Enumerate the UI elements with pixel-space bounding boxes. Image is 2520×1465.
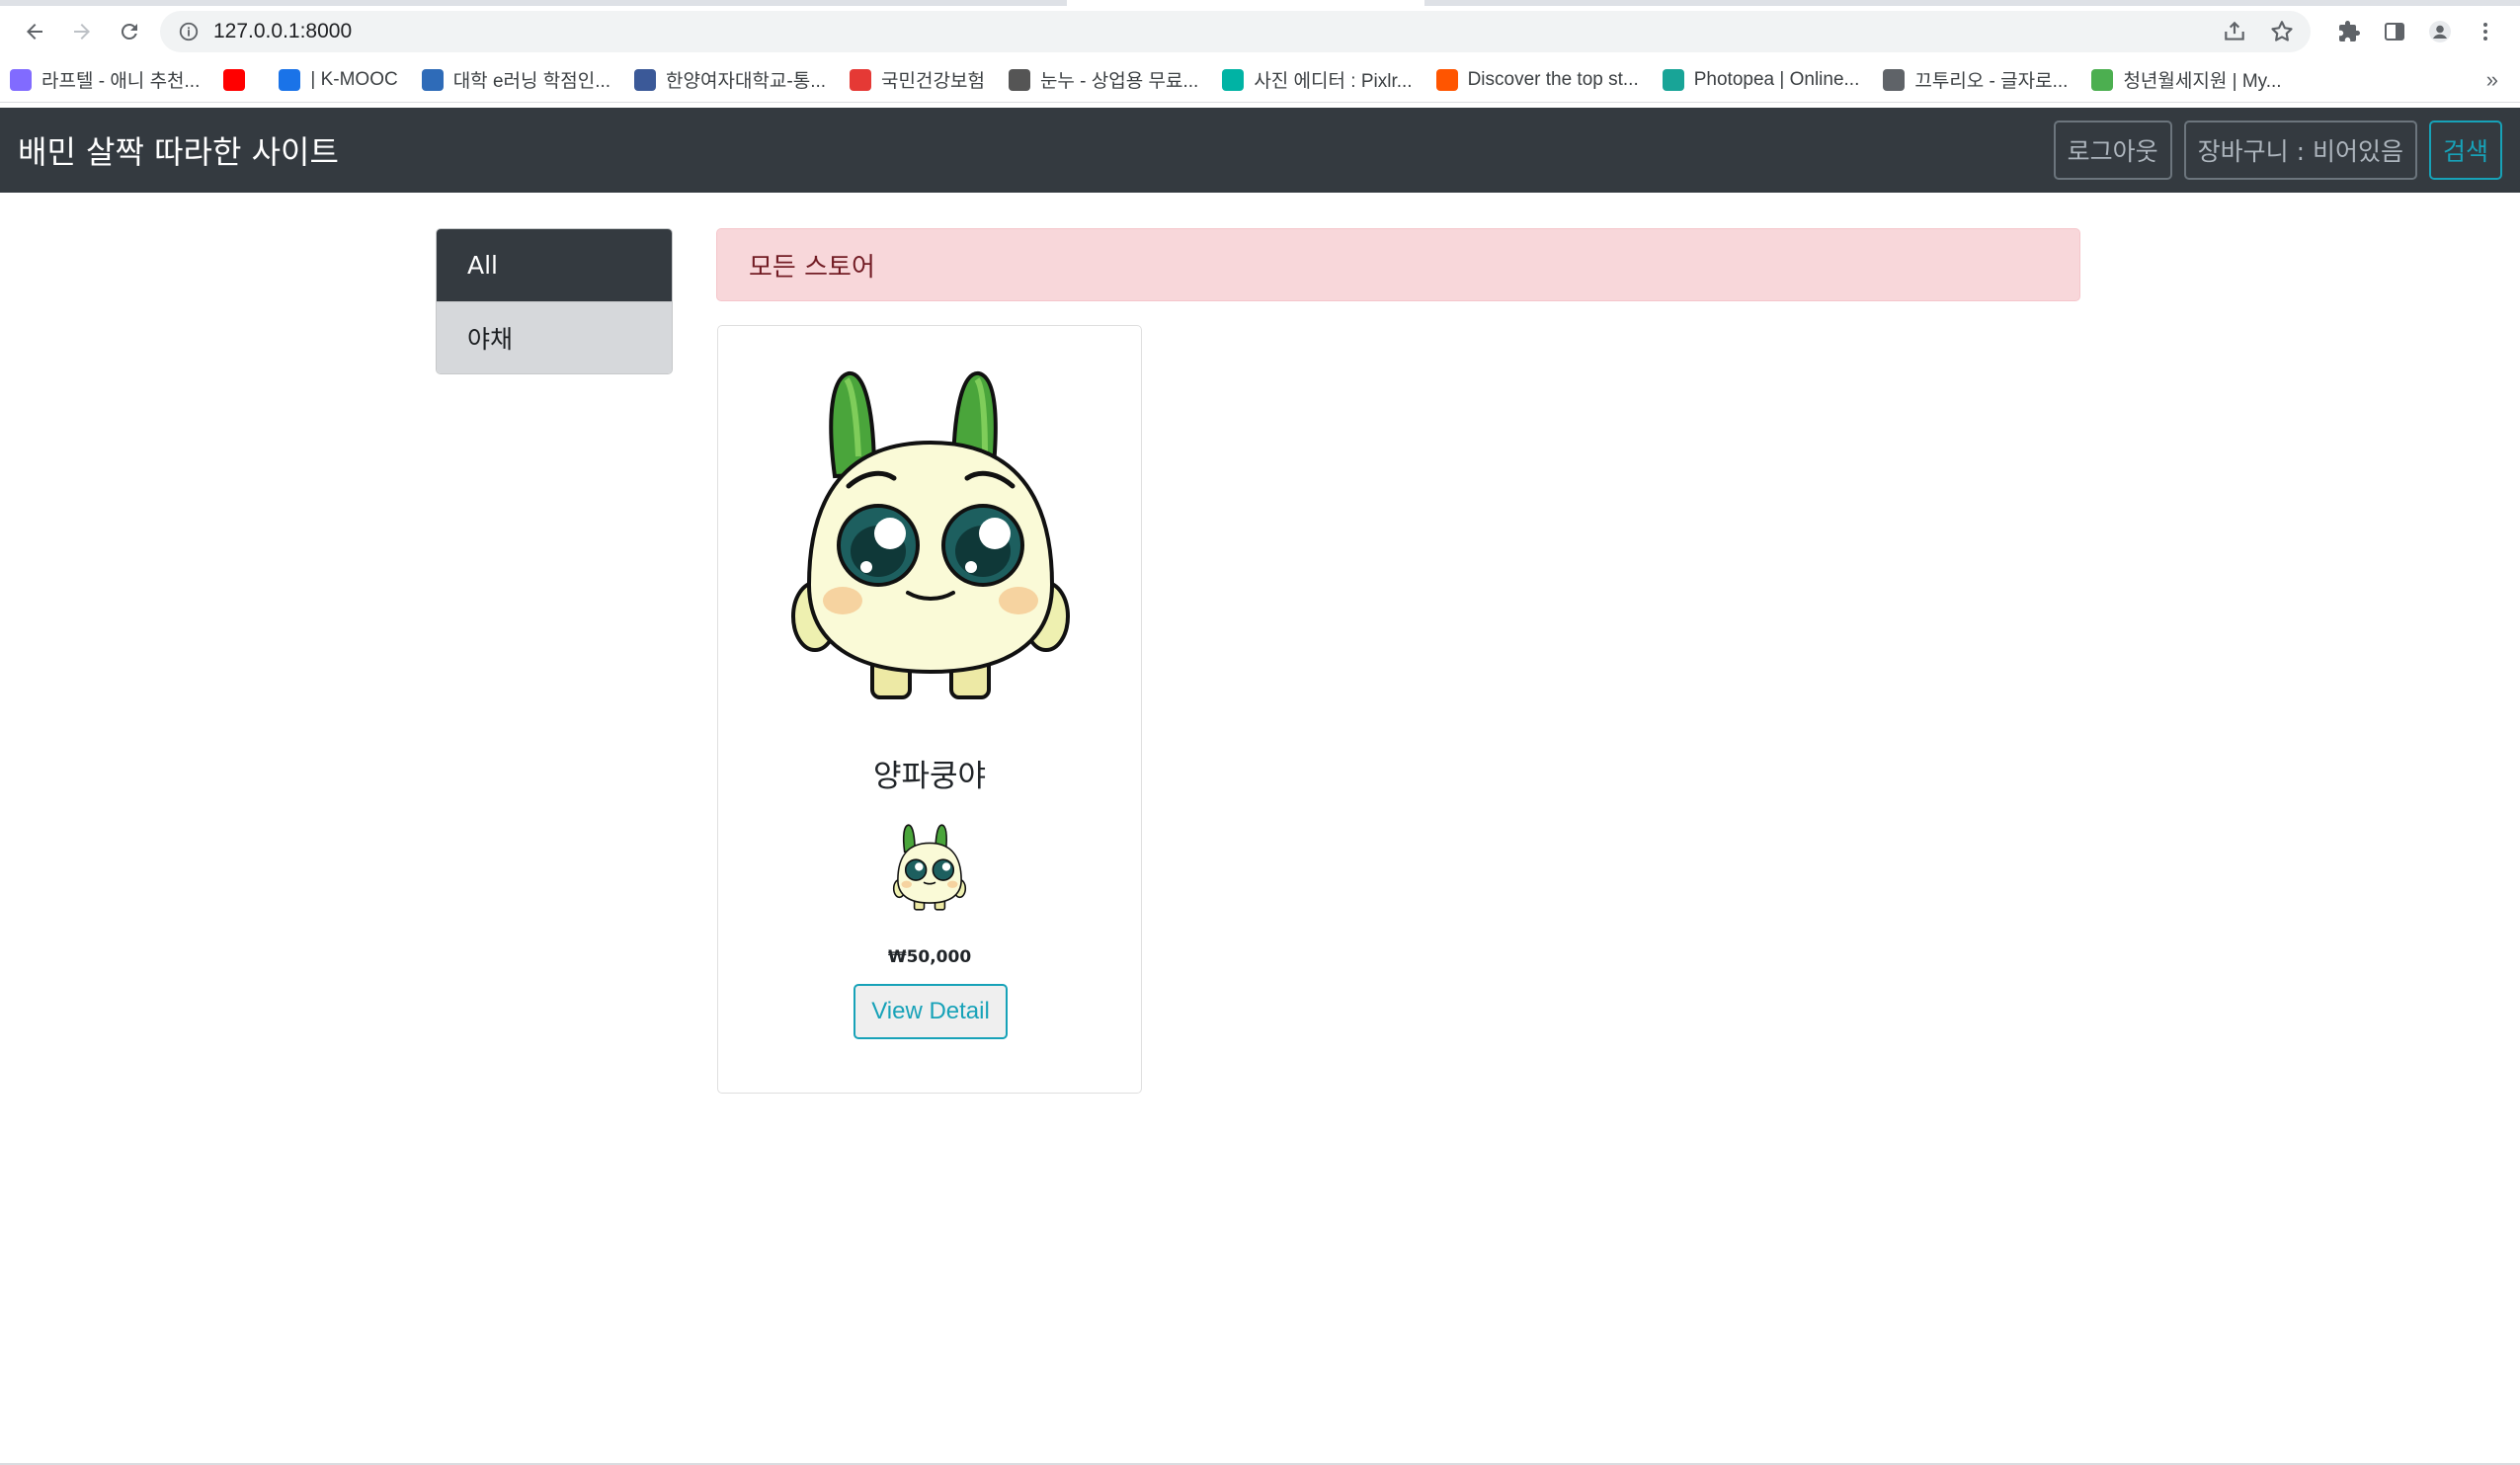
reload-icon bbox=[121, 23, 137, 40]
bookmark-label: Discover the top st... bbox=[1467, 68, 1639, 90]
bookmark-label: 대학 e러닝 학점인... bbox=[452, 71, 611, 92]
bookmark-item[interactable]: Discover the top st... bbox=[1435, 68, 1639, 91]
kmooc-icon bbox=[279, 68, 301, 91]
bookmark-item[interactable]: 눈누 - 상업용 무료... bbox=[1008, 66, 1199, 93]
avatar-icon bbox=[2429, 21, 2451, 42]
bookmark-item[interactable]: 청년월세지원 | My... bbox=[2091, 66, 2282, 93]
product-card: 양파쿵야 ₩50,000 View Detail bbox=[717, 325, 1142, 1094]
bookmark-item[interactable]: 사진 에디터 : Pixlr... bbox=[1222, 66, 1413, 93]
side-panel-icon bbox=[2385, 23, 2404, 41]
menu-button[interactable] bbox=[2463, 9, 2508, 54]
bookmark-item[interactable]: 끄투리오 - 글자로... bbox=[1883, 66, 2068, 93]
globe-icon bbox=[1883, 68, 1906, 91]
puzzle-icon bbox=[2339, 21, 2360, 41]
product-image[interactable] bbox=[787, 358, 1074, 713]
tab-strip bbox=[0, 0, 2520, 6]
bookmark-label: 사진 에디터 : Pixlr... bbox=[1254, 71, 1413, 92]
product-name: 양파쿵야 bbox=[872, 759, 987, 794]
bookmark-item[interactable]: | K-MOOC bbox=[279, 68, 398, 91]
bookmark-label: | K-MOOC bbox=[310, 68, 398, 90]
bookmark-label: 끄투리오 - 글자로... bbox=[1914, 71, 2069, 92]
bookmarks-bar: 라프텔 - 애니 추천... | K-MOOC 대학 e러닝 학점인... 한양여자대… bbox=[0, 57, 2520, 103]
pinwheel-icon bbox=[2091, 68, 2114, 91]
search-button[interactable]: 검색 bbox=[2428, 121, 2502, 180]
bookmark-item[interactable]: Photopea | Online... bbox=[1662, 68, 1860, 91]
product-price: ₩50,000 bbox=[887, 947, 972, 967]
url-text[interactable]: 127.0.0.1:8000 bbox=[213, 20, 2200, 43]
info-icon[interactable] bbox=[178, 21, 200, 42]
back-button[interactable] bbox=[12, 9, 57, 54]
infinity-icon bbox=[421, 68, 444, 91]
forward-button[interactable] bbox=[59, 9, 105, 54]
category-list: All 야채 bbox=[436, 228, 673, 374]
pixlr-icon bbox=[1222, 68, 1245, 91]
kebab-menu-icon bbox=[2483, 23, 2487, 41]
bookmark-label: 한양여자대학교-통... bbox=[666, 71, 827, 92]
active-tab-edge[interactable] bbox=[1067, 0, 1424, 6]
photopea-icon bbox=[1662, 68, 1684, 91]
arrow-right-icon bbox=[74, 24, 90, 40]
reload-button[interactable] bbox=[107, 9, 152, 54]
category-item-vegetable[interactable]: 야채 bbox=[437, 301, 672, 373]
alert-text: 모든 스토어 bbox=[749, 252, 875, 283]
bookmark-label: 국민건강보험 bbox=[881, 71, 985, 92]
navbar-actions: 로그아웃 장바구니 : 비어있음 검색 bbox=[2042, 121, 2502, 180]
site-brand[interactable]: 배민 살짝 따라한 사이트 bbox=[18, 127, 339, 173]
extensions-button[interactable] bbox=[2326, 9, 2372, 54]
arrow-left-icon bbox=[27, 24, 42, 40]
bookmark-item[interactable]: 한양여자대학교-통... bbox=[634, 66, 826, 93]
product-thumbnail bbox=[892, 824, 967, 911]
university-icon bbox=[634, 68, 657, 91]
view-detail-button[interactable]: View Detail bbox=[854, 984, 1008, 1039]
share-icon[interactable] bbox=[2222, 19, 2247, 44]
star-icon[interactable] bbox=[2269, 19, 2295, 44]
bookmark-item[interactable]: 국민건강보험 bbox=[850, 66, 985, 93]
browser-toolbar: 127.0.0.1:8000 bbox=[0, 6, 2520, 57]
health-insurance-icon bbox=[850, 68, 872, 91]
category-item-all[interactable]: All bbox=[437, 229, 672, 301]
bookmark-item[interactable]: 라프텔 - 애니 추천... bbox=[10, 66, 200, 93]
logout-button[interactable]: 로그아웃 bbox=[2053, 121, 2172, 180]
bookmark-item[interactable]: 대학 e러닝 학점인... bbox=[421, 66, 611, 93]
store-header-alert: 모든 스토어 bbox=[716, 228, 2080, 301]
site-navbar: 배민 살짝 따라한 사이트 로그아웃 장바구니 : 비어있음 검색 bbox=[0, 108, 2520, 193]
soundcloud-icon bbox=[1435, 68, 1458, 91]
youtube-icon bbox=[223, 68, 246, 91]
laftel-icon bbox=[10, 68, 32, 91]
address-bar[interactable]: 127.0.0.1:8000 bbox=[160, 11, 2311, 52]
bookmarks-more-button[interactable]: » bbox=[2486, 67, 2510, 93]
bookmark-item[interactable] bbox=[223, 68, 255, 91]
bookmark-label: Photopea | Online... bbox=[1693, 68, 1860, 90]
cart-button[interactable]: 장바구니 : 비어있음 bbox=[2183, 121, 2417, 180]
noonnu-icon bbox=[1008, 68, 1030, 91]
profile-button[interactable] bbox=[2417, 9, 2463, 54]
bookmark-label: 청년월세지원 | My... bbox=[2123, 71, 2282, 92]
bookmark-label: 라프텔 - 애니 추천... bbox=[41, 71, 201, 92]
bookmark-label: 눈누 - 상업용 무료... bbox=[1039, 71, 1199, 92]
side-panel-button[interactable] bbox=[2372, 9, 2417, 54]
